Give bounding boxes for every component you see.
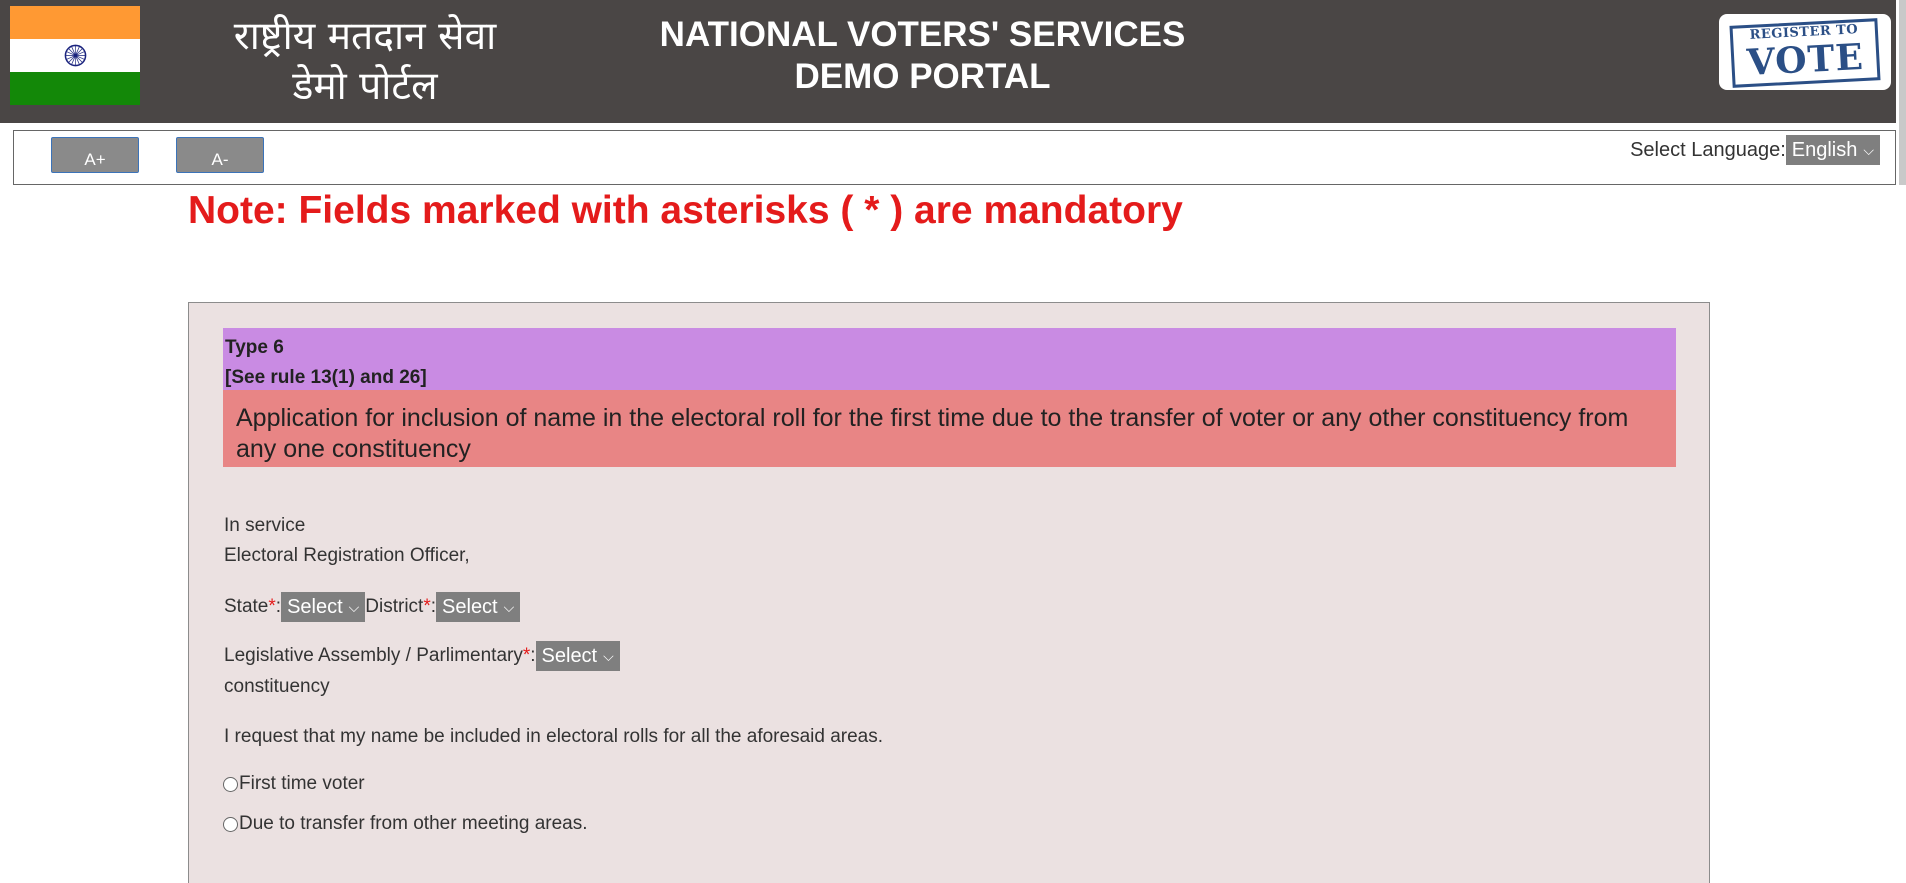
first-time-voter-label: First time voter — [239, 773, 365, 794]
state-label: State — [224, 596, 269, 617]
site-header: राष्ट्रीय मतदान सेवा डेमो पोर्टल NATIONA… — [0, 0, 1896, 123]
accessibility-toolbar: A+ A- Select Language: English ⌵ — [13, 130, 1896, 185]
application-title: Application for inclusion of name in the… — [223, 390, 1676, 467]
transfer-radio[interactable] — [223, 816, 238, 832]
state-select[interactable]: Select ⌵ — [281, 592, 366, 622]
form-type-box: Type 6 [See rule 13(1) and 26] — [223, 328, 1676, 390]
language-selector: Select Language: English ⌵ — [1630, 135, 1880, 165]
language-select[interactable]: English ⌵ — [1785, 135, 1880, 165]
state-required-asterisk: * — [268, 596, 276, 617]
officer-text: Electoral Registration Officer, — [224, 545, 470, 566]
district-label: District — [365, 596, 424, 617]
chevron-down-icon: ⌵ — [503, 598, 515, 615]
page-scrollbar[interactable] — [1899, 0, 1906, 185]
language-label: Select Language: — [1630, 138, 1786, 161]
transfer-label: Due to transfer from other meeting areas… — [239, 813, 588, 834]
assembly-row: Legislative Assembly / Parlimentary * : … — [224, 641, 620, 671]
request-text: I request that my name be included in el… — [224, 726, 884, 747]
district-select-value: Select — [442, 595, 498, 618]
assembly-select[interactable]: Select ⌵ — [535, 641, 620, 671]
english-site-title: NATIONAL VOTERS' SERVICES DEMO PORTAL — [610, 14, 1235, 98]
first-time-voter-option[interactable]: First time voter — [223, 773, 365, 795]
language-select-value: English — [1791, 138, 1858, 161]
english-title-line-1: NATIONAL VOTERS' SERVICES — [659, 15, 1186, 54]
in-service-text: In service — [224, 515, 306, 536]
form-type-line: Type 6 — [225, 337, 284, 358]
assembly-select-value: Select — [541, 644, 598, 667]
register-stamp-vote: VOTE — [1745, 35, 1865, 85]
hindi-site-title: राष्ट्रीय मतदान सेवा डेमो पोर्टल — [200, 12, 530, 112]
chevron-down-icon: ⌵ — [1863, 141, 1874, 158]
register-to-vote-logo[interactable]: REGISTER TO VOTE — [1719, 14, 1891, 90]
assembly-label: Legislative Assembly / Parlimentary — [224, 645, 523, 666]
assembly-required-asterisk: * — [522, 645, 531, 666]
hindi-title-line-2: डेमो पोर्टल — [292, 64, 438, 109]
first-time-voter-radio[interactable] — [223, 776, 238, 792]
district-select[interactable]: Select ⌵ — [436, 592, 521, 622]
form-rule-line: [See rule 13(1) and 26] — [225, 367, 427, 388]
india-flag-logo — [10, 6, 140, 105]
ashoka-chakra-icon — [64, 44, 87, 67]
state-select-value: Select — [287, 595, 343, 618]
chevron-down-icon: ⌵ — [348, 598, 360, 615]
district-required-asterisk: * — [423, 596, 431, 617]
english-title-line-2: DEMO PORTAL — [794, 57, 1051, 96]
transfer-option[interactable]: Due to transfer from other meeting areas… — [223, 813, 588, 835]
chevron-down-icon: ⌵ — [603, 647, 614, 664]
increase-font-button[interactable]: A+ — [51, 137, 139, 173]
mandatory-fields-note: Note: Fields marked with asterisks ( * )… — [188, 189, 1183, 232]
register-stamp: REGISTER TO VOTE — [1729, 18, 1881, 88]
hindi-title-line-1: राष्ट्रीय मतदान सेवा — [233, 14, 497, 59]
decrease-font-button[interactable]: A- — [176, 137, 264, 173]
form-panel: Type 6 [See rule 13(1) and 26] Applicati… — [188, 302, 1710, 883]
constituency-label: constituency — [224, 676, 330, 697]
state-district-row: State * : Select ⌵ District * : Select ⌵ — [224, 592, 521, 622]
